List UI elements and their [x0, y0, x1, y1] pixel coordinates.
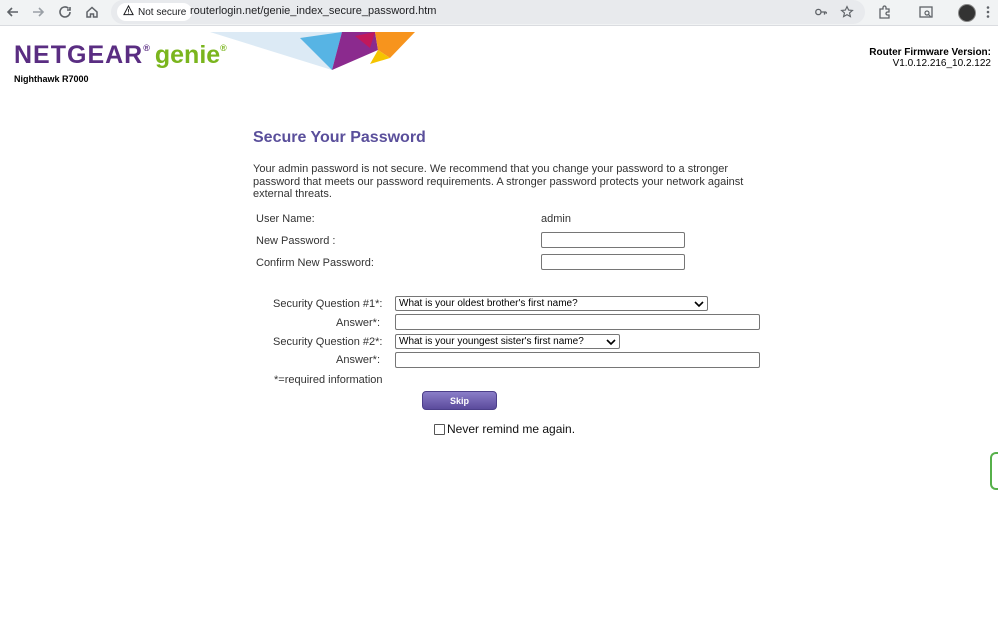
firmware-label: Router Firmware Version:: [869, 47, 991, 58]
reload-icon[interactable]: [55, 2, 75, 22]
chevron-down-icon: [694, 300, 704, 307]
new-password-input[interactable]: [541, 232, 685, 248]
browser-toolbar: Not secure routerlogin.net/genie_index_s…: [0, 0, 998, 26]
star-icon[interactable]: [838, 3, 856, 21]
intro-text: Your admin password is not secure. We re…: [253, 163, 744, 200]
profile-avatar[interactable]: [958, 4, 976, 22]
username-label: User Name:: [256, 213, 315, 225]
netgear-genie-logo: NETGEAR® genie®: [14, 41, 228, 70]
extensions-icon[interactable]: [875, 2, 895, 22]
confirm-password-input[interactable]: [541, 254, 685, 270]
brand-text: NETGEAR: [14, 41, 144, 69]
address-bar[interactable]: Not secure routerlogin.net/genie_index_s…: [111, 0, 865, 24]
never-remind-checkbox[interactable]: [434, 423, 445, 435]
security-question2-label: Security Question #2*:: [273, 336, 383, 348]
answer2-label: Answer*:: [336, 354, 381, 366]
new-password-label: New Password :: [256, 235, 336, 247]
username-value: admin: [541, 213, 571, 225]
tab-search-icon[interactable]: [916, 2, 936, 22]
security-question1-value: What is your oldest brother's first name…: [399, 298, 578, 309]
password-key-icon[interactable]: [812, 3, 830, 21]
confirm-password-label: Confirm New Password:: [256, 257, 374, 269]
warning-icon: [123, 4, 134, 19]
chevron-down-icon: [606, 338, 616, 345]
required-note: *=required information: [274, 374, 383, 386]
home-icon[interactable]: [82, 2, 102, 22]
answer1-label: Answer*:: [336, 317, 381, 329]
security-question1-select[interactable]: What is your oldest brother's first name…: [395, 296, 708, 311]
brand-mark: ®: [143, 43, 151, 53]
security-question2-value: What is your youngest sister's first nam…: [399, 336, 584, 347]
firmware-version: V1.0.12.216_10.2.122: [892, 58, 991, 69]
never-remind-label: Never remind me again.: [447, 422, 576, 436]
security-label: Not secure: [138, 6, 187, 18]
forward-icon[interactable]: [28, 2, 48, 22]
answer1-input[interactable]: [395, 314, 760, 330]
security-question2-select[interactable]: What is your youngest sister's first nam…: [395, 334, 620, 349]
menu-icon[interactable]: [978, 2, 998, 22]
back-icon[interactable]: [3, 2, 23, 22]
router-model: Nighthawk R7000: [14, 74, 89, 84]
url-text[interactable]: routerlogin.net/genie_index_secure_passw…: [190, 5, 436, 17]
page-title: Secure Your Password: [253, 129, 426, 146]
decorative-banner: [210, 32, 415, 70]
never-remind-option[interactable]: Never remind me again.: [434, 422, 575, 436]
security-question1-label: Security Question #1*:: [273, 298, 383, 310]
security-chip[interactable]: Not secure: [117, 3, 193, 21]
skip-button[interactable]: Skip: [422, 391, 497, 410]
answer2-input[interactable]: [395, 352, 760, 368]
side-widget-tab[interactable]: [990, 452, 998, 490]
